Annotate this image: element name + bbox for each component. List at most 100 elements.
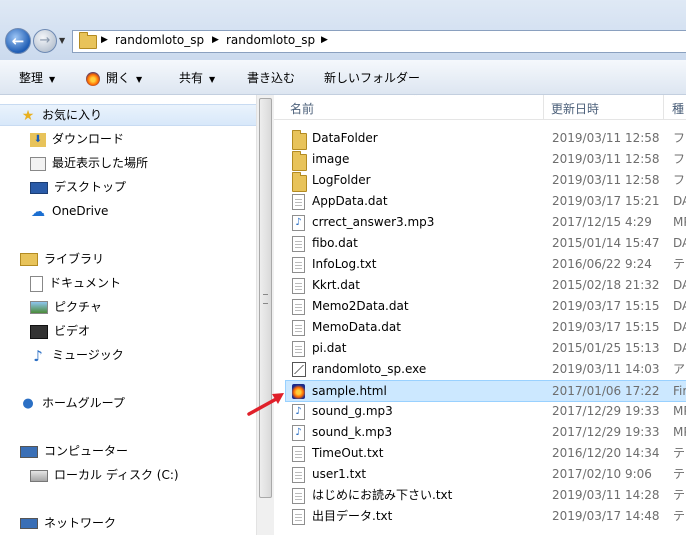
nav-network[interactable]: ネットワーク [20,513,116,533]
share-button[interactable]: 共有 ▼ [179,69,215,86]
grip-icon [263,294,268,304]
sort-ascending-icon: ⌃ [412,95,419,101]
file-type: DA [673,341,686,355]
column-date[interactable]: 更新日時 [551,100,599,117]
file-row[interactable]: TimeOut.txt 2016/12/20 14:34 テ [286,443,686,464]
file-type: DA [673,194,686,208]
file-date: 2016/06/22 9:24 [552,257,652,271]
nav-computer[interactable]: コンピューター [20,441,128,461]
file-date: 2019/03/11 12:58 [552,131,660,145]
column-type[interactable]: 種 [672,100,684,117]
file-name: InfoLog.txt [312,257,377,271]
file-row[interactable]: 出目データ.txt 2019/03/17 14:48 テ [286,506,686,527]
music-note-icon: ♪ [33,346,43,365]
nav-label: ダウンロード [52,132,125,146]
file-row[interactable]: Memo2Data.dat 2019/03/17 15:15 DA [286,296,686,317]
html-file-icon [292,384,305,399]
desktop-icon [30,181,48,194]
nav-label: ビデオ [54,324,91,338]
address-bar[interactable]: ▶ randomloto_sp ▶ randomloto_sp ▶ [72,30,686,53]
forward-button[interactable]: → [33,29,57,53]
nav-label: ピクチャ [54,300,102,314]
document-icon [30,275,43,292]
file-row[interactable]: sample.html 2017/01/06 17:22 Fir [285,380,686,402]
nav-homegroup[interactable]: ● ホームグループ [20,393,125,413]
file-row[interactable]: pi.dat 2015/01/25 15:13 DA [286,338,686,359]
column-divider[interactable] [543,95,544,119]
file-row[interactable]: fibo.dat 2015/01/14 15:47 DA [286,233,686,254]
file-row[interactable]: LogFolder 2019/03/11 12:58 フ [286,170,686,192]
nav-downloads[interactable]: ⬇ ダウンロード [30,129,124,149]
scrollbar-thumb[interactable] [259,98,272,498]
file-row[interactable]: AppData.dat 2019/03/17 15:21 DA [286,191,686,212]
nav-documents[interactable]: ドキュメント [30,273,121,293]
organize-button[interactable]: 整理 ▼ [19,69,55,86]
nav-local-disk[interactable]: ローカル ディスク (C:) [30,465,179,485]
file-row[interactable]: DataFolder 2019/03/11 12:58 フ [286,128,686,150]
column-name[interactable]: 名前 [290,100,314,117]
nav-desktop[interactable]: デスクトップ [30,177,126,197]
nav-label: 最近表示した場所 [52,156,149,170]
back-button[interactable]: ← [5,28,31,54]
file-type: DA [673,320,686,334]
chevron-down-icon: ▼ [49,75,56,84]
folder-icon [292,130,307,150]
file-type: MP [673,215,686,229]
nav-favorites[interactable]: ★ お気に入り [0,104,256,126]
navigation-scrollbar[interactable] [256,95,274,535]
file-name: MemoData.dat [312,320,401,334]
history-dropdown-icon[interactable]: ▼ [59,36,65,45]
file-row[interactable]: user1.txt 2017/02/10 9:06 テ [286,464,686,485]
file-row[interactable]: ♪ sound_g.mp3 2017/12/29 19:33 MP [286,401,686,422]
breadcrumb-chevron-icon[interactable]: ▶ [212,35,219,45]
file-row[interactable]: ♪ sound_k.mp3 2017/12/29 19:33 MP [286,422,686,443]
nav-pictures[interactable]: ピクチャ [30,297,102,317]
file-name: DataFolder [312,131,378,145]
breadcrumb-chevron-icon[interactable]: ▶ [101,35,108,45]
file-row[interactable]: image 2019/03/11 12:58 フ [286,149,686,171]
file-name: image [312,152,350,166]
file-row[interactable]: ♪ crrect_answer3.mp3 2017/12/15 4:29 MP [286,212,686,233]
file-row[interactable]: InfoLog.txt 2016/06/22 9:24 テ [286,254,686,275]
file-type: テ [673,509,686,523]
file-row[interactable]: はじめにお読み下さい.txt 2019/03/11 14:28 テ [286,485,686,506]
file-name: sample.html [312,384,387,398]
file-type: テ [673,257,686,271]
nav-music[interactable]: ♪ ミュージック [30,345,124,365]
library-icon [20,253,38,266]
file-date: 2019/03/17 15:21 [552,194,660,208]
new-folder-button[interactable]: 新しいフォルダー [324,69,420,86]
open-button[interactable]: 開く ▼ [86,69,142,86]
nav-videos[interactable]: ビデオ [30,321,90,341]
file-name: はじめにお読み下さい.txt [312,488,453,502]
burn-button[interactable]: 書き込む [247,69,295,86]
file-name: pi.dat [312,341,347,355]
file-type: テ [673,488,686,502]
file-date: 2015/02/18 21:32 [552,278,660,292]
nav-label: ライブラリ [44,252,105,266]
breadcrumb-item[interactable]: randomloto_sp [115,33,204,47]
file-date: 2019/03/11 14:03 [552,362,660,376]
file-row[interactable]: MemoData.dat 2019/03/17 15:15 DA [286,317,686,338]
document-icon [292,509,305,525]
document-icon [292,446,305,462]
file-name: AppData.dat [312,194,388,208]
file-row[interactable]: Kkrt.dat 2015/02/18 21:32 DA [286,275,686,296]
breadcrumb-item[interactable]: randomloto_sp [226,33,315,47]
file-date: 2017/12/15 4:29 [552,215,652,229]
network-icon [20,518,38,529]
breadcrumb-chevron-icon[interactable]: ▶ [321,35,328,45]
file-name: LogFolder [312,173,371,187]
file-type: ア [673,362,686,376]
command-bar: 整理 ▼ 開く ▼ 共有 ▼ 書き込む 新しいフォルダー [0,60,686,95]
nav-recent-places[interactable]: 最近表示した場所 [30,153,148,173]
nav-onedrive[interactable]: ☁ OneDrive [30,201,108,221]
file-type: テ [673,446,686,460]
nav-libraries[interactable]: ライブラリ [20,249,104,269]
column-divider[interactable] [663,95,664,119]
cloud-icon: ☁ [31,203,45,220]
file-row[interactable]: randomloto_sp.exe 2019/03/11 14:03 ア [286,359,686,380]
file-date: 2017/01/06 17:22 [552,384,660,398]
file-type: DA [673,236,686,250]
file-type: DA [673,299,686,313]
